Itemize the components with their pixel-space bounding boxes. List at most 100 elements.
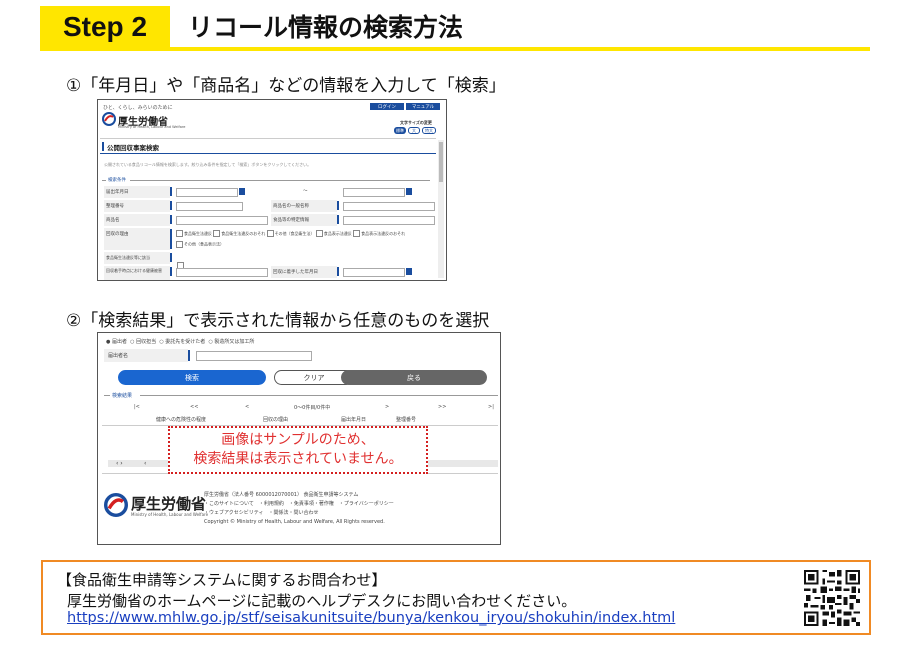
- required-bar: [170, 201, 172, 210]
- scroll-left-icon[interactable]: ‹ ›: [116, 460, 123, 467]
- qr-code-icon[interactable]: [802, 568, 862, 628]
- footer-line[interactable]: ・このサイトについて ・利用規約 ・免責事項・著作権 ・プライバシーポリシー: [204, 500, 394, 509]
- required-bar: [170, 215, 172, 224]
- required-bar: [170, 229, 172, 249]
- col-health-risk[interactable]: 健康への危険性の程度: [156, 416, 206, 423]
- pager-prev-page[interactable]: <<: [190, 404, 198, 410]
- sample-notice: 画像はサンプルのため、 検索結果は表示されていません。: [168, 426, 428, 474]
- results-section-label: 検索結果: [112, 393, 133, 399]
- search-form-screenshot: ひと、くらし、みらいのために 厚生労働省 Ministry of Health,…: [97, 99, 447, 281]
- divider: [102, 180, 106, 181]
- mhlw-logo-icon: [102, 112, 116, 126]
- step-badge: Step 2: [40, 6, 170, 48]
- scrollbar[interactable]: [438, 140, 444, 278]
- label-generic-name: 商品名の一般名称: [273, 204, 309, 209]
- scrollbar-thumb[interactable]: [439, 142, 443, 182]
- calendar-icon[interactable]: [239, 188, 245, 195]
- reason-checkbox[interactable]: その他（食品衛生法）: [266, 230, 315, 237]
- step1-instruction: ①「年月日」や「商品名」などの情報を入力して「検索」: [66, 76, 506, 96]
- pager-status: 0～0件目/0件中: [294, 405, 331, 411]
- label-violation: 食品衛生法違反等に該当: [106, 255, 150, 260]
- pager-last[interactable]: >|: [488, 404, 494, 410]
- required-bar: [170, 267, 172, 276]
- label-notification-date: 届出年月日: [106, 190, 129, 195]
- logo-subtext: Ministry of Health, Labour and Welfare: [118, 125, 186, 129]
- food-info-input[interactable]: [343, 216, 435, 225]
- step-header: Step 2 リコール情報の検索方法: [0, 0, 913, 52]
- notifier-name-input[interactable]: [196, 351, 312, 361]
- role-radio[interactable]: ○ 回収担当: [130, 339, 156, 345]
- manual-button[interactable]: マニュアル: [406, 103, 440, 110]
- role-radio-group: ● 届出者 ○ 回収担当 ○ 委託先を受けた者 ○ 製造所又は加工所: [106, 338, 254, 345]
- calendar-icon[interactable]: [406, 188, 412, 195]
- step2-instruction: ②「検索結果」で表示された情報から任意のものを選択: [66, 311, 490, 331]
- login-button[interactable]: ログイン: [370, 103, 404, 110]
- required-bar: [170, 187, 172, 196]
- label-food-info: 食品等の特定情報: [273, 218, 309, 223]
- fontsize-label: 文字サイズの変更: [400, 120, 432, 125]
- pager-prev[interactable]: <: [245, 404, 249, 410]
- divider: [100, 153, 436, 154]
- contact-box: 【食品衛生申請等システムに関するお問合わせ】 厚生労働省のホームページに記載のヘ…: [41, 560, 871, 635]
- col-ref-number[interactable]: 整理番号: [396, 416, 416, 423]
- pager-next[interactable]: >: [385, 404, 389, 410]
- header-underline: [40, 47, 870, 51]
- footer-logo-text: 厚生労働省: [131, 495, 207, 513]
- search-button[interactable]: 検索: [118, 370, 266, 385]
- form-intro: 公開されている食品リコール情報を検索します。絞り込み条件を指定して「検索」ボタン…: [104, 162, 312, 167]
- contact-heading: 【食品衛生申請等システムに関するお問合わせ】: [57, 571, 387, 589]
- form-title: 公開回収事案検索: [107, 144, 159, 152]
- required-bar: [170, 253, 172, 262]
- generic-name-input[interactable]: [343, 202, 435, 211]
- required-bar: [337, 267, 339, 276]
- back-button[interactable]: 戻る: [341, 370, 487, 385]
- footer-line[interactable]: 厚生労働省（法人番号 6000012070001） 食品衛生申請等システム: [204, 491, 394, 500]
- ref-number-input[interactable]: [176, 202, 243, 211]
- contact-body: 厚生労働省のホームページに記載のヘルプデスクにお問い合わせください。: [67, 592, 577, 610]
- mhlw-logo-icon: [104, 493, 128, 517]
- sample-notice-line2: 検索結果は表示されていません。: [193, 451, 403, 467]
- scroll-arrow-icon[interactable]: ‹: [144, 460, 146, 467]
- recall-start-date-input[interactable]: [343, 268, 405, 277]
- pager-next-page[interactable]: >>: [438, 404, 446, 410]
- label-ref-number: 整理番号: [106, 204, 124, 209]
- title-accent: [102, 142, 104, 151]
- helpdesk-link[interactable]: https://www.mhlw.go.jp/stf/seisakunitsui…: [67, 610, 675, 626]
- criteria-section-label: 検索条件: [108, 178, 126, 183]
- reason-checkbox[interactable]: その他（食品表示法）: [176, 241, 224, 248]
- label-recall-start-date: 回収に着手した年月日: [273, 270, 318, 275]
- label-recall-reason: 回収の理由: [106, 232, 129, 237]
- label-product-name: 商品名: [106, 218, 120, 223]
- health-damage-input[interactable]: [176, 268, 268, 277]
- required-bar: [188, 350, 190, 361]
- date-from-input[interactable]: [176, 188, 238, 197]
- footer-copyright: Copyright © Ministry of Health, Labour a…: [204, 519, 385, 525]
- reason-checkbox[interactable]: 食品表示法違反のおそれ: [353, 230, 405, 237]
- col-recall-reason[interactable]: 回収の理由: [263, 416, 288, 423]
- site-tagline: ひと、くらし、みらいのために: [103, 105, 173, 111]
- col-notification-date[interactable]: 届出年月日: [341, 416, 366, 423]
- search-results-screenshot: ● 届出者 ○ 回収担当 ○ 委託先を受けた者 ○ 製造所又は加工所 届出者名 …: [97, 332, 501, 545]
- product-name-input[interactable]: [176, 216, 268, 225]
- label-notifier-name: 届出者名: [108, 353, 129, 359]
- page-title: リコール情報の検索方法: [188, 13, 464, 42]
- role-radio[interactable]: ○ 委託先を受けた者: [159, 339, 205, 345]
- required-bar: [337, 201, 339, 210]
- role-radio[interactable]: ○ 製造所又は加工所: [208, 339, 254, 345]
- footer-line[interactable]: ・ウェブアクセシビリティ ・関係法・問い合わせ: [204, 509, 394, 518]
- reason-checkbox[interactable]: 食品衛生法違反: [176, 230, 212, 237]
- pager-first[interactable]: |<: [134, 404, 140, 410]
- fontsize-standard[interactable]: 標準: [394, 127, 406, 134]
- date-range-tilde: ～: [303, 189, 308, 194]
- reason-checkbox[interactable]: 食品衛生法違反のおそれ: [213, 230, 265, 237]
- divider: [140, 395, 498, 396]
- calendar-icon[interactable]: [406, 268, 412, 275]
- fontsize-large[interactable]: 大: [408, 127, 420, 134]
- divider: [100, 138, 436, 139]
- footer-logo-subtext: Ministry of Health, Labour and Welfare: [131, 512, 209, 517]
- reason-checkbox[interactable]: 食品表示法違反: [315, 230, 352, 237]
- role-radio[interactable]: ● 届出者: [106, 339, 127, 345]
- date-to-input[interactable]: [343, 188, 405, 197]
- required-bar: [337, 215, 339, 224]
- fontsize-xlarge[interactable]: 特大: [422, 127, 436, 134]
